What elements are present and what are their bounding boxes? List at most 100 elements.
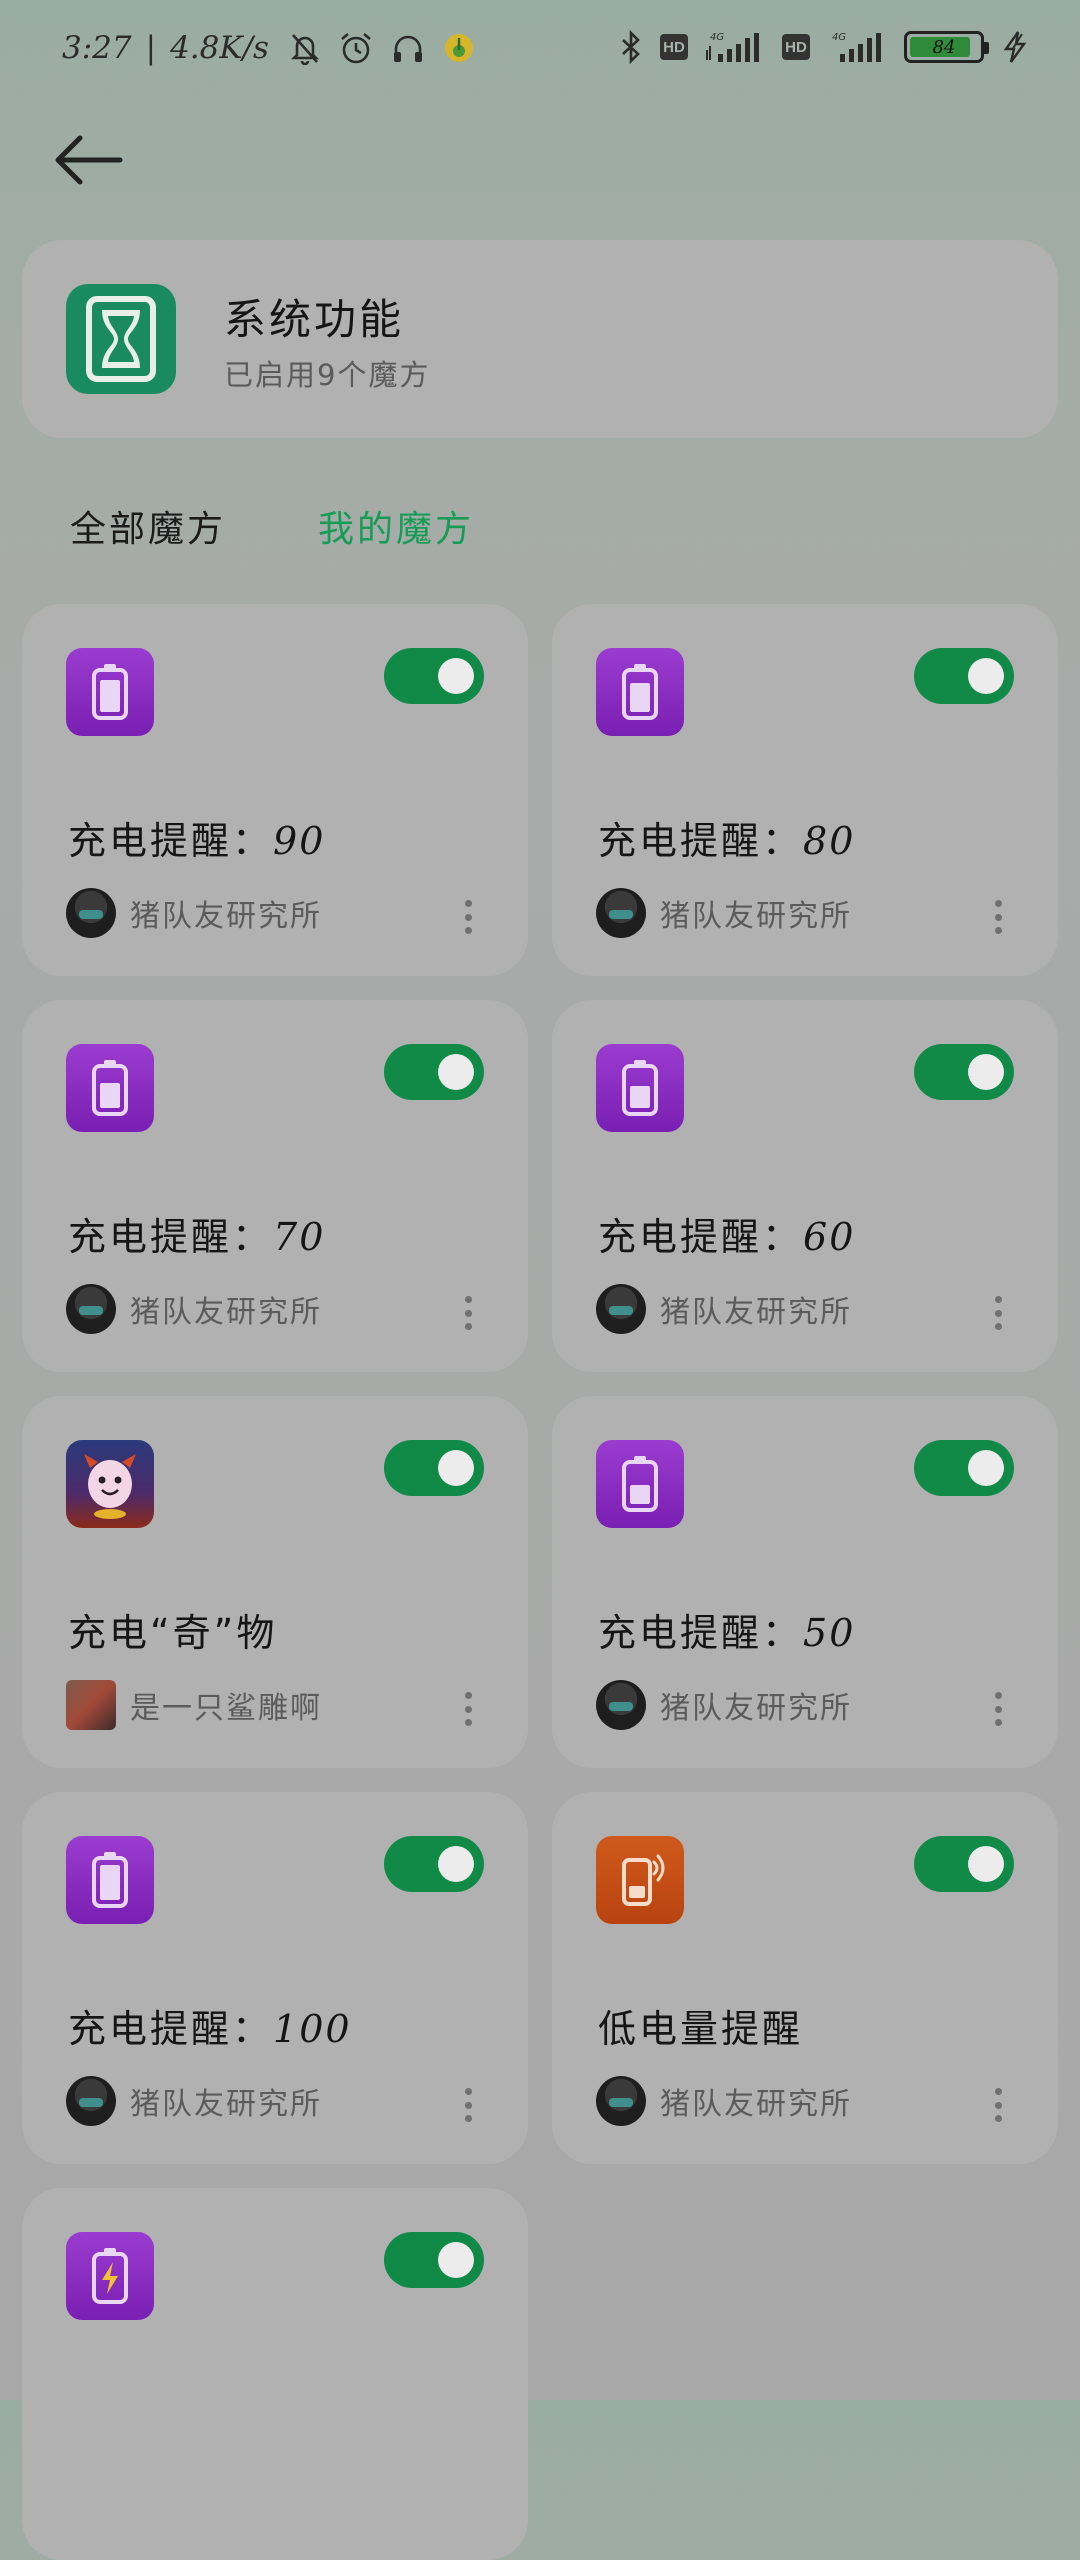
cube-title-text: 充电提醒： [68,819,274,863]
author-row: 猪队友研究所 [66,888,322,938]
cube-card[interactable]: 低电量提醒 猪队友研究所 [552,1792,1058,2164]
mute-bell-icon [290,34,320,65]
enable-toggle[interactable] [914,1440,1014,1496]
page-title: 系统功能 [224,295,405,344]
cube-title: 充电提醒：90 [68,810,325,865]
cube-card[interactable]: 充电提醒：70 猪队友研究所 [22,1000,528,1372]
battery-icon [596,648,684,736]
author-row: 猪队友研究所 [596,888,852,938]
author-row: 猪队友研究所 [596,1680,852,1730]
music-app-icon [444,34,473,62]
charging-icon [1003,31,1027,63]
cube-title-text: 充电提醒： [598,1215,804,1259]
cube-title-number: 80 [803,819,856,863]
status-separator: | [145,30,157,66]
enable-toggle[interactable] [384,2232,484,2288]
more-options-icon[interactable] [988,2088,1008,2122]
avatar [596,2076,646,2126]
signal-4g-icon: 4G [832,32,881,62]
cube-title-text: 充电“奇”物 [68,1611,278,1655]
svg-text:4G: 4G [710,32,724,43]
avatar [596,1284,646,1334]
enable-toggle[interactable] [914,1836,1014,1892]
cube-title: 充电提醒：80 [598,810,855,865]
battery-icon [596,1044,684,1132]
monster-icon [66,1440,154,1528]
cube-card[interactable]: 充电提醒：80 猪队友研究所 [552,604,1058,976]
tab-my-cubes[interactable]: 我的魔方 [318,500,474,552]
author-name: 猪队友研究所 [660,1691,852,1726]
author-name: 猪队友研究所 [660,899,852,934]
arrow-left-icon [55,135,123,185]
cube-card[interactable]: 充电“奇”物 是一只鲨雕啊 [22,1396,528,1768]
svg-text:4G: 4G [832,32,846,43]
back-button[interactable] [48,128,128,192]
cube-title: 充电提醒：50 [598,1602,855,1657]
enable-toggle[interactable] [384,648,484,704]
avatar [66,1680,116,1730]
status-time: 3:27 [62,30,132,66]
author-row: 猪队友研究所 [596,1284,852,1334]
author-name: 猪队友研究所 [660,1295,852,1330]
header-card: 系统功能 已启用9个魔方 [22,240,1058,438]
tab-all-cubes[interactable]: 全部魔方 [70,500,226,552]
more-options-icon[interactable] [988,1296,1008,1330]
author-name: 猪队友研究所 [130,2087,322,2122]
author-row: 是一只鲨雕啊 [66,1680,322,1730]
battery-icon [66,1836,154,1924]
cube-title-text: 充电提醒： [598,1611,804,1655]
more-options-icon[interactable] [458,1692,478,1726]
cube-title-text: 充电提醒： [68,2007,274,2051]
enable-toggle[interactable] [384,1044,484,1100]
avatar [66,888,116,938]
enabled-count: 已启用9个魔方 [224,358,431,392]
cube-grid: 充电提醒：90 猪队友研究所 充电提醒：80 猪队友研究所 充电提醒：70 猪队… [22,604,1058,2560]
battery-icon: 84 [904,31,989,63]
alarm-icon [341,33,371,64]
cube-title: 充电提醒：60 [598,1206,855,1261]
cube-title-number: 50 [803,1611,856,1655]
battery-icon [66,1044,154,1132]
avatar [596,888,646,938]
author-row: 猪队友研究所 [66,2076,322,2126]
avatar [596,1680,646,1730]
author-row: 猪队友研究所 [66,1284,322,1334]
status-net-speed: 4.8K/s [170,30,269,66]
phone-vibrate-icon [596,1836,684,1924]
status-right: HD 4G HD 4G 84 [618,30,1030,64]
battery-level: 84 [932,36,956,58]
hourglass-icon [66,284,176,394]
cube-card[interactable]: 充电提醒：90 猪队友研究所 [22,604,528,976]
author-name: 猪队友研究所 [660,2087,852,2122]
cube-title-number: 100 [273,2007,352,2051]
more-options-icon[interactable] [988,900,1008,934]
cube-title: 充电提醒：70 [68,1206,325,1261]
enable-toggle[interactable] [914,1044,1014,1100]
battery-charging-icon [66,2232,154,2320]
avatar [66,2076,116,2126]
status-bar: 3:27 | 4.8K/s HD 4G HD 4G 84 [0,0,1080,104]
battery-icon [66,648,154,736]
more-options-icon[interactable] [458,1296,478,1330]
cube-card[interactable] [22,2188,528,2560]
cube-title-text: 低电量提醒 [598,2007,804,2051]
cube-title: 低电量提醒 [598,1998,803,2053]
author-name: 猪队友研究所 [130,899,322,934]
signal-4g-icon: 4G [706,32,759,62]
cube-card[interactable]: 充电提醒：60 猪队友研究所 [552,1000,1058,1372]
cube-title-number: 60 [803,1215,856,1259]
cube-card[interactable]: 充电提醒：100 猪队友研究所 [22,1792,528,2164]
headset-icon [393,35,422,62]
more-options-icon[interactable] [988,1692,1008,1726]
enable-toggle[interactable] [384,1836,484,1892]
more-options-icon[interactable] [458,2088,478,2122]
tab-bar: 全部魔方 我的魔方 [70,500,474,552]
enable-toggle[interactable] [914,648,1014,704]
status-left: 3:27 | 4.8K/s [62,30,475,66]
enable-toggle[interactable] [384,1440,484,1496]
more-options-icon[interactable] [458,900,478,934]
author-name: 是一只鲨雕啊 [130,1691,322,1726]
cube-title: 充电“奇”物 [68,1602,277,1657]
author-row: 猪队友研究所 [596,2076,852,2126]
cube-card[interactable]: 充电提醒：50 猪队友研究所 [552,1396,1058,1768]
